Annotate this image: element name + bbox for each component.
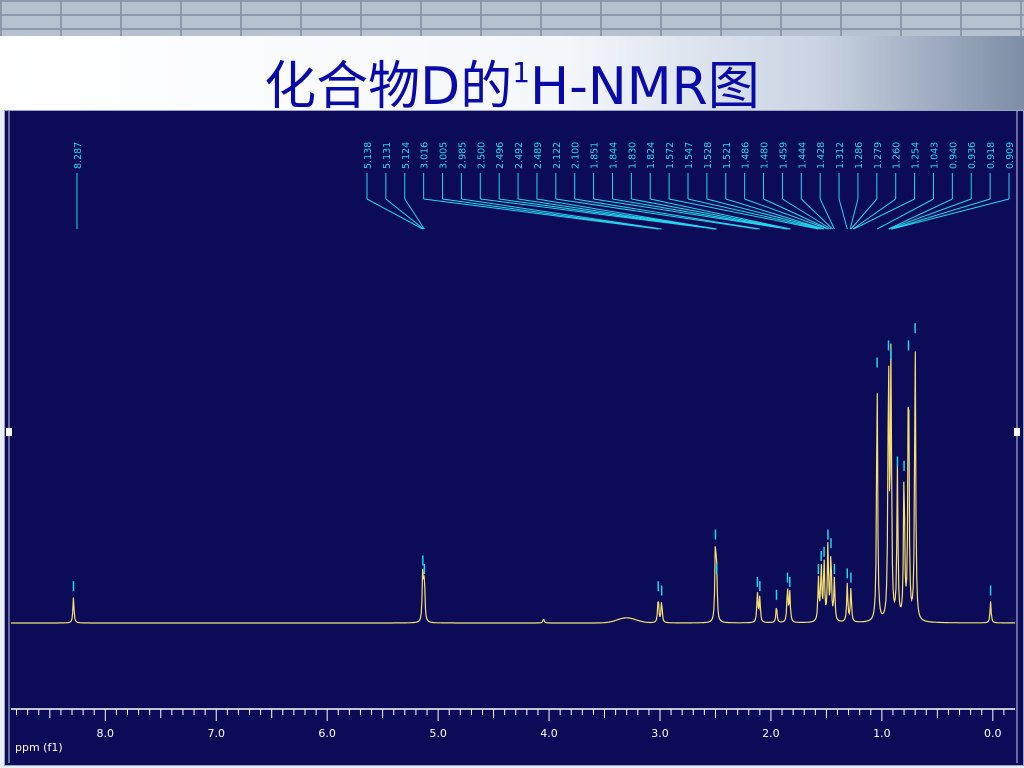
peak-label: 5.131 bbox=[382, 142, 393, 169]
peak-label-leader bbox=[574, 198, 760, 230]
peak-label-leader bbox=[838, 198, 848, 230]
nmr-spectrum-panel: 8.287 5.138 5.131 5.124 3.016 3.005 2.985 2.500… bbox=[4, 110, 1024, 766]
peak-label: 0.909 bbox=[1005, 142, 1016, 169]
peak-label: 5.124 bbox=[401, 142, 412, 169]
peak-label: 1.312 bbox=[835, 142, 846, 169]
peak-label: 1.444 bbox=[797, 142, 808, 169]
peak-label: 2.489 bbox=[533, 142, 544, 169]
peak-label-leader bbox=[725, 198, 825, 230]
peak-label: 0.940 bbox=[948, 142, 959, 169]
peak-label: 1.851 bbox=[590, 142, 601, 169]
left-resize-handle[interactable] bbox=[6, 428, 12, 436]
peak-label: 2.492 bbox=[514, 142, 525, 169]
peak-label: 1.480 bbox=[760, 142, 771, 169]
peak-label-leader bbox=[385, 198, 424, 230]
nmr-spectrum-chart: 8.287 5.138 5.131 5.124 3.016 3.005 2.985 2.500… bbox=[6, 111, 1020, 763]
peak-label: 1.844 bbox=[608, 142, 619, 169]
peak-label: 2.100 bbox=[571, 142, 582, 169]
peak-label: 2.985 bbox=[457, 142, 468, 169]
peak-label: 1.486 bbox=[741, 142, 752, 169]
peak-label: 2.496 bbox=[495, 142, 506, 169]
peak-label: 0.918 bbox=[986, 142, 997, 169]
peak-label: 5.138 bbox=[363, 142, 374, 169]
x-tick-label: 4.0 bbox=[540, 727, 558, 740]
peak-label-leader bbox=[891, 198, 1010, 230]
title-superscript: 1 bbox=[512, 56, 531, 89]
peak-label: 3.005 bbox=[439, 142, 450, 169]
peak-label: 1.547 bbox=[684, 142, 695, 169]
peak-label: 8.287 bbox=[73, 142, 84, 169]
peak-label: 1.528 bbox=[703, 142, 714, 169]
slide-title: 化合物D的1H-NMR图 bbox=[0, 38, 1024, 117]
peak-label: 1.279 bbox=[873, 142, 884, 169]
x-tick-label: 1.0 bbox=[873, 727, 891, 740]
x-tick-label: 2.0 bbox=[762, 727, 780, 740]
peak-label: 2.122 bbox=[552, 142, 563, 169]
peak-label-group: 8.287 5.138 5.131 5.124 3.016 3.005 2.985 2.500… bbox=[73, 142, 1016, 230]
peak-label: 1.286 bbox=[854, 142, 865, 169]
peak-label: 3.016 bbox=[420, 142, 431, 169]
spectrum-line bbox=[11, 343, 1015, 624]
peak-label: 1.260 bbox=[892, 142, 903, 169]
peak-label: 1.428 bbox=[816, 142, 827, 169]
peak-label: 0.936 bbox=[967, 142, 978, 169]
title-main: 化合物D的 bbox=[264, 57, 513, 117]
peak-label-leader bbox=[852, 198, 896, 230]
x-tick-label: 8.0 bbox=[97, 727, 115, 740]
peak-label: 1.459 bbox=[778, 142, 789, 169]
x-tick-label: 7.0 bbox=[207, 727, 225, 740]
title-rest: H-NMR图 bbox=[530, 57, 760, 117]
right-resize-handle[interactable] bbox=[1014, 428, 1020, 436]
spectrum-group bbox=[11, 323, 1015, 624]
peak-label-leader bbox=[612, 198, 789, 230]
x-axis-label: ppm (f1) bbox=[15, 741, 63, 754]
x-tick-label: 6.0 bbox=[318, 727, 336, 740]
x-tick-label: 0.0 bbox=[984, 727, 1002, 740]
peak-label: 1.254 bbox=[911, 142, 922, 169]
x-tick-label: 3.0 bbox=[651, 727, 669, 740]
peak-label: 1.824 bbox=[646, 142, 657, 169]
x-tick-label: 5.0 bbox=[429, 727, 447, 740]
peak-label: 1.572 bbox=[665, 142, 676, 169]
peak-label-leader bbox=[849, 198, 859, 230]
peak-label: 1.521 bbox=[722, 142, 733, 169]
peak-label: 1.830 bbox=[627, 142, 638, 169]
peak-label-leader bbox=[888, 198, 953, 230]
peak-label-leader bbox=[650, 198, 791, 230]
peak-label: 2.500 bbox=[476, 142, 487, 169]
peak-label: 1.043 bbox=[929, 142, 940, 169]
peak-label-leader bbox=[888, 198, 972, 230]
